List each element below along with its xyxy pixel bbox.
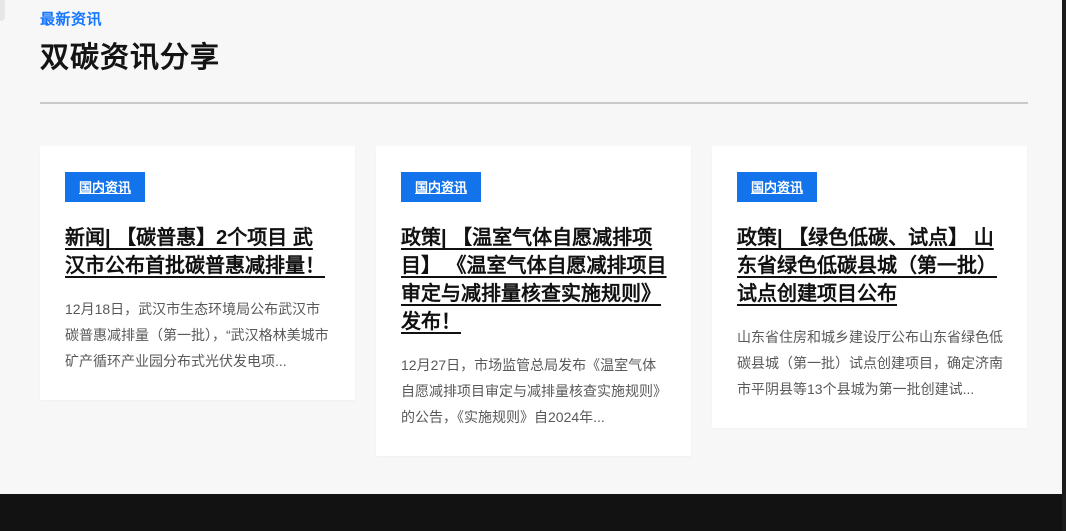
news-card-1[interactable]: 国内资讯 新闻| 【碳普惠】2个项目 武汉市公布首批碳普惠减排量！ 12月18日…: [40, 146, 355, 400]
section-divider: [40, 102, 1028, 104]
news-cards-row: 国内资讯 新闻| 【碳普惠】2个项目 武汉市公布首批碳普惠减排量！ 12月18日…: [40, 146, 1028, 456]
news-card-excerpt: 12月27日，市场监管总局发布《温室气体自愿减排项目审定与减排量核查实施规则》的…: [401, 352, 667, 430]
category-badge[interactable]: 国内资讯: [401, 172, 481, 202]
news-card-excerpt: 12月18日，武汉市生态环境局公布武汉市碳普惠减排量（第一批），“武汉格林美城市…: [65, 296, 331, 374]
page-title: 双碳资讯分享: [40, 34, 1028, 76]
footer-bar: [0, 494, 1066, 531]
news-card-excerpt: 山东省住房和城乡建设厅公布山东省绿色低碳县城（第一批）试点创建项目，确定济南市平…: [737, 324, 1003, 402]
category-badge[interactable]: 国内资讯: [737, 172, 817, 202]
category-badge[interactable]: 国内资讯: [65, 172, 145, 202]
window-edge: [1062, 0, 1066, 531]
news-card-title[interactable]: 政策| 【温室气体自愿减排项目】 《温室气体自愿减排项目审定与减排量核查实施规则…: [401, 224, 667, 336]
scrollbar-thumb[interactable]: [0, 0, 5, 21]
news-card-3[interactable]: 国内资讯 政策| 【绿色低碳、试点】 山东省绿色低碳县城（第一批）试点创建项目公…: [712, 146, 1027, 428]
news-card-title[interactable]: 政策| 【绿色低碳、试点】 山东省绿色低碳县城（第一批）试点创建项目公布: [737, 224, 1003, 308]
section-eyebrow: 最新资讯: [40, 8, 1028, 29]
news-card-title[interactable]: 新闻| 【碳普惠】2个项目 武汉市公布首批碳普惠减排量！: [65, 224, 331, 280]
news-section: 最新资讯 双碳资讯分享 国内资讯 新闻| 【碳普惠】2个项目 武汉市公布首批碳普…: [40, 8, 1028, 456]
news-card-2[interactable]: 国内资讯 政策| 【温室气体自愿减排项目】 《温室气体自愿减排项目审定与减排量核…: [376, 146, 691, 456]
